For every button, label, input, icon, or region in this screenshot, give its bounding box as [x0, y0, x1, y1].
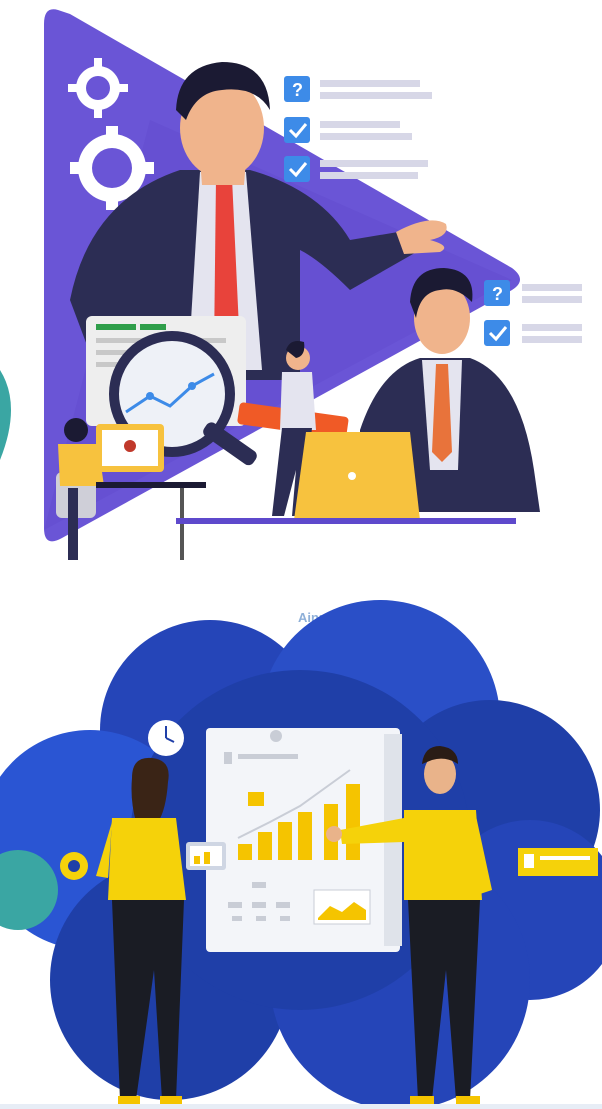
checkbox-icon [484, 320, 510, 346]
svg-text:?: ? [492, 284, 503, 304]
teal-shape [0, 370, 11, 460]
checklist-right: ? [484, 280, 582, 346]
top-illustration: ? ? [0, 0, 602, 560]
bottom-illustration: Ainus [0, 560, 602, 1109]
laptop-icon [294, 432, 420, 520]
checkbox-icon [284, 156, 310, 182]
team-meeting-illustration: ? ? [0, 9, 582, 560]
checklist-top: ? [284, 76, 432, 182]
svg-text:?: ? [292, 80, 303, 100]
data-presentation-illustration: Ainus [0, 600, 602, 1109]
checkbox-icon [284, 117, 310, 143]
clock-icon [148, 720, 184, 756]
gear-icon [60, 852, 88, 880]
id-card-icon [518, 848, 598, 876]
